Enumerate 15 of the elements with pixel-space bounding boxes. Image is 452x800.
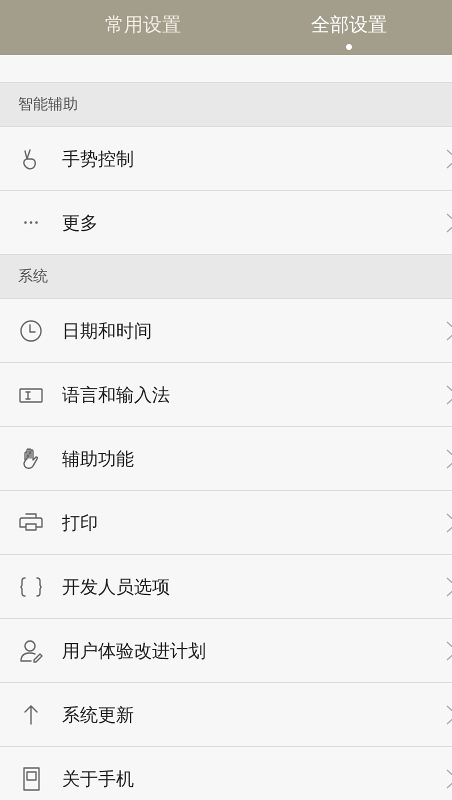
row-label: 开发人员选项 (62, 576, 170, 598)
row-label: 打印 (62, 512, 98, 534)
row-label: 更多 (62, 212, 98, 234)
user-icon (18, 638, 44, 664)
row-label: 辅助功能 (62, 448, 134, 470)
more-icon (24, 221, 38, 224)
row-label: 语言和输入法 (62, 384, 170, 406)
section-header: 系统 (18, 267, 48, 286)
row-label: 日期和时间 (62, 320, 152, 342)
row-label: 手势控制 (62, 148, 134, 170)
row-label: 用户体验改进计划 (62, 640, 206, 662)
row-label: 关于手机 (62, 768, 134, 790)
section-header: 智能辅助 (18, 95, 78, 114)
row-label: 系统更新 (62, 704, 134, 726)
clock-icon (18, 318, 44, 344)
